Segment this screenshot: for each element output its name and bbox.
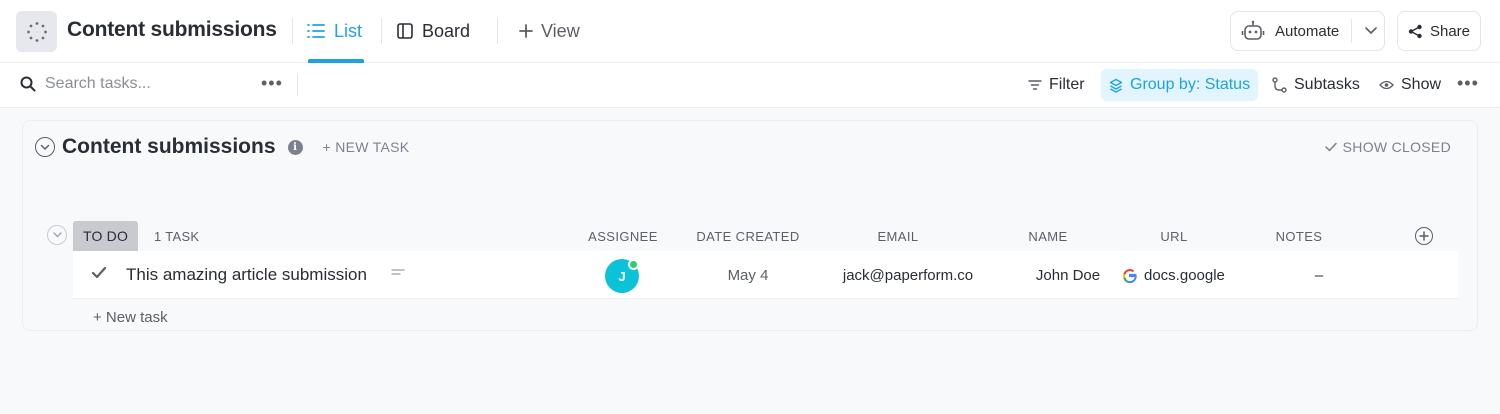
share-button[interactable]: Share bbox=[1397, 11, 1481, 51]
check-icon[interactable] bbox=[91, 266, 107, 280]
check-icon bbox=[1324, 142, 1337, 152]
subtasks-label: Subtasks bbox=[1294, 76, 1360, 93]
task-count: 1 TASK bbox=[154, 229, 200, 244]
share-label: Share bbox=[1429, 22, 1471, 40]
column-header-assignee[interactable]: ASSIGNEE bbox=[583, 229, 663, 244]
automate-label: Automate bbox=[1275, 22, 1340, 40]
new-task-button[interactable]: + NEW TASK bbox=[323, 139, 410, 155]
filter-icon bbox=[1028, 80, 1042, 90]
date-created-cell[interactable]: May 4 bbox=[688, 267, 808, 284]
add-task-button[interactable]: + New task bbox=[93, 309, 168, 326]
chevron-down-icon bbox=[52, 232, 62, 238]
chevron-down-icon bbox=[40, 144, 50, 150]
share-icon bbox=[1408, 24, 1422, 38]
header-divider bbox=[381, 18, 382, 44]
show-closed-label: SHOW CLOSED bbox=[1342, 139, 1451, 155]
add-view-label: View bbox=[541, 20, 580, 41]
tab-board[interactable]: Board bbox=[396, 19, 470, 43]
list-title: Content submissions bbox=[62, 135, 276, 158]
email-cell[interactable]: jack@paperform.co bbox=[823, 267, 993, 284]
search-input[interactable] bbox=[45, 75, 245, 93]
layers-icon bbox=[1109, 78, 1123, 93]
description-icon bbox=[391, 269, 405, 275]
page-header: Content submissions List Board View Auto… bbox=[0, 0, 1500, 63]
subtasks-button[interactable]: Subtasks bbox=[1264, 69, 1368, 101]
info-icon[interactable]: i bbox=[287, 139, 303, 155]
status-group-header: TO DO 1 TASK ASSIGNEE DATE CREATED EMAIL… bbox=[23, 221, 1479, 251]
tab-list-label: List bbox=[334, 20, 363, 41]
add-view-button[interactable]: View bbox=[518, 19, 580, 43]
automate-button[interactable]: Automate bbox=[1230, 11, 1385, 51]
column-header-date-created[interactable]: DATE CREATED bbox=[688, 229, 808, 244]
column-header-email[interactable]: EMAIL bbox=[858, 229, 938, 244]
table-row[interactable]: This amazing article submission J May 4 … bbox=[73, 251, 1458, 299]
header-divider bbox=[497, 18, 498, 44]
plus-icon bbox=[1419, 231, 1429, 241]
tab-list[interactable]: List bbox=[306, 19, 362, 43]
notes-cell[interactable]: – bbox=[1299, 267, 1339, 284]
space-icon[interactable] bbox=[16, 11, 57, 52]
subtasks-icon bbox=[1272, 77, 1287, 93]
plus-icon bbox=[519, 24, 533, 38]
show-closed-button[interactable]: SHOW CLOSED bbox=[1324, 139, 1451, 155]
board-icon bbox=[397, 23, 413, 39]
name-cell[interactable]: John Doe bbox=[1008, 267, 1128, 284]
search-icon bbox=[20, 76, 36, 92]
list-card: Content submissions i + NEW TASK SHOW CL… bbox=[22, 120, 1478, 331]
column-header-name[interactable]: NAME bbox=[1008, 229, 1088, 244]
status-badge[interactable]: TO DO bbox=[73, 221, 138, 251]
eye-icon bbox=[1379, 80, 1394, 90]
filter-button[interactable]: Filter bbox=[1020, 69, 1093, 101]
filter-label: Filter bbox=[1049, 76, 1085, 93]
toolbar-divider bbox=[297, 74, 298, 96]
list-header: Content submissions i + NEW TASK bbox=[35, 135, 409, 159]
search-box[interactable] bbox=[20, 75, 245, 93]
toolbar: ••• Filter Group by: Status Subtasks bbox=[0, 63, 1500, 108]
robot-icon bbox=[1241, 20, 1265, 40]
automate-divider bbox=[1351, 19, 1353, 43]
online-status-dot bbox=[628, 259, 639, 270]
page-title: Content submissions bbox=[67, 18, 277, 41]
collapse-list-icon[interactable] bbox=[35, 137, 55, 157]
google-icon bbox=[1123, 268, 1137, 283]
show-label: Show bbox=[1401, 76, 1442, 93]
show-button[interactable]: Show bbox=[1371, 69, 1449, 101]
url-text: docs.google bbox=[1144, 267, 1225, 284]
collapse-group-icon[interactable] bbox=[47, 225, 67, 245]
column-header-url[interactable]: URL bbox=[1134, 229, 1214, 244]
tab-board-label: Board bbox=[422, 20, 471, 41]
group-by-button[interactable]: Group by: Status bbox=[1101, 69, 1259, 101]
loading-spinner-icon bbox=[26, 21, 47, 42]
group-by-label: Group by: Status bbox=[1130, 76, 1251, 93]
chevron-down-icon[interactable] bbox=[1364, 26, 1378, 36]
column-header-notes[interactable]: NOTES bbox=[1259, 229, 1339, 244]
url-cell[interactable]: docs.google bbox=[1123, 267, 1225, 284]
list-icon bbox=[307, 24, 325, 38]
header-divider bbox=[292, 18, 293, 44]
toolbar-more-icon[interactable]: ••• bbox=[1457, 73, 1479, 94]
add-column-button[interactable] bbox=[1415, 227, 1433, 245]
task-name[interactable]: This amazing article submission bbox=[126, 265, 367, 285]
more-options-icon[interactable]: ••• bbox=[261, 73, 283, 94]
